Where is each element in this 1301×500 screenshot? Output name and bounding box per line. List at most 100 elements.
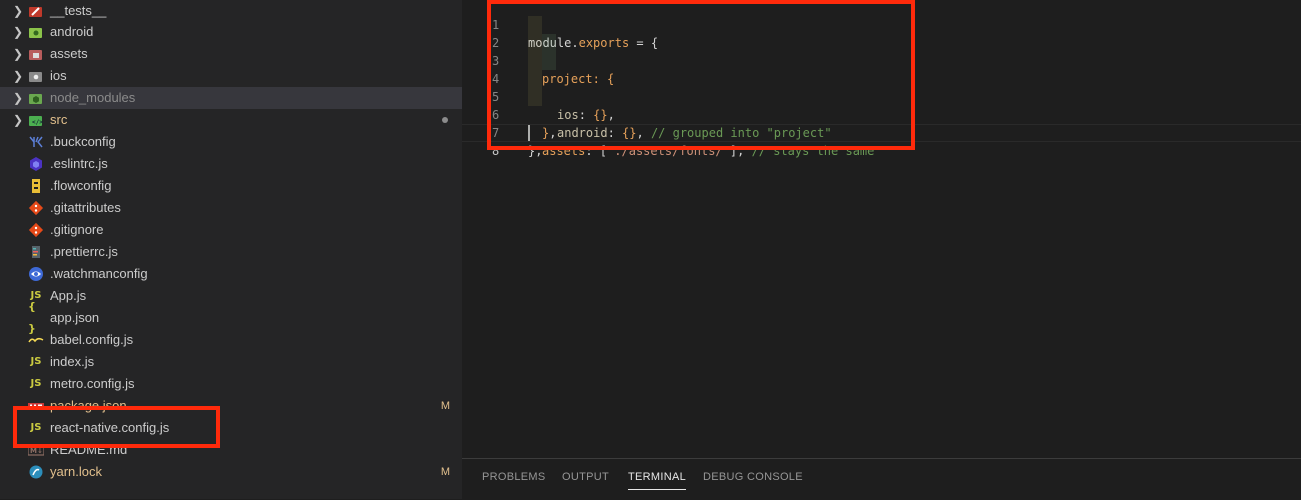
tree-item-label: .gitignore — [50, 222, 104, 237]
tree-item-label: node_modules — [50, 90, 136, 105]
tree-item-gitattributes[interactable]: ❯ .gitattributes — [0, 197, 462, 219]
modified-dot-icon — [442, 117, 448, 123]
tree-item-label: .watchmanconfig — [50, 266, 148, 281]
babel-icon — [28, 332, 44, 348]
code-line[interactable]: 6 assets: ["./assets/fonts/"], // stays … — [462, 88, 1301, 158]
tab-terminal[interactable]: TERMINAL — [628, 471, 687, 490]
code-line[interactable]: 8 — [462, 124, 1301, 158]
flow-icon — [28, 178, 44, 194]
tree-item-label: .flowconfig — [50, 178, 112, 193]
chevron-right-icon[interactable]: ❯ — [10, 65, 26, 87]
prettier-icon — [28, 244, 44, 260]
src-folder-icon: </> — [28, 112, 44, 128]
tree-item-tests[interactable]: ❯ __tests__ — [0, 0, 462, 22]
indent-guide — [542, 52, 556, 70]
line-number: 8 — [492, 144, 500, 158]
yarn-icon — [28, 464, 44, 480]
tree-item-label: App.js — [50, 288, 87, 303]
git-icon — [28, 222, 44, 238]
tree-item-label: package.json — [50, 398, 127, 413]
tree-item-app-js[interactable]: ❯ JS App.js — [0, 285, 462, 307]
tab-debug-console[interactable]: DEBUG CONSOLE — [703, 471, 803, 489]
code-line[interactable]: 2 project: { — [462, 16, 1301, 86]
tree-item-gitignore[interactable]: ❯ .gitignore — [0, 219, 462, 241]
tree-item-src[interactable]: ❯ </> src — [0, 109, 462, 131]
tree-item-index-js[interactable]: ❯ JS index.js — [0, 351, 462, 373]
indent-guide — [542, 34, 556, 52]
markdown-icon: M↓ — [28, 442, 44, 458]
eslint-icon — [28, 156, 44, 172]
tree-item-label: ios — [50, 68, 67, 83]
indent-guide — [528, 88, 542, 106]
chevron-right-icon[interactable]: ❯ — [10, 87, 26, 109]
tree-item-label: src — [50, 112, 68, 127]
bottom-panel: PROBLEMS OUTPUT TERMINAL DEBUG CONSOLE — [462, 458, 1301, 500]
tree-item-label: assets — [50, 46, 88, 61]
tree-item-label: react-native.config.js — [50, 420, 170, 435]
tree-item-ios[interactable]: ❯ ios — [0, 65, 462, 87]
chevron-right-icon[interactable]: ❯ — [10, 43, 26, 65]
js-icon: JS — [30, 422, 42, 433]
tab-problems[interactable]: PROBLEMS — [482, 471, 546, 489]
git-icon — [28, 200, 44, 216]
tree-item-node-modules[interactable]: ❯ node_modules — [0, 87, 462, 109]
chevron-right-icon[interactable]: ❯ — [10, 109, 26, 131]
code-line[interactable]: 5 }, — [462, 70, 1301, 140]
tree-item-label: index.js — [50, 354, 95, 369]
text-cursor — [528, 125, 530, 141]
js-icon: JS — [30, 356, 42, 367]
git-modified-badge: M — [440, 400, 450, 412]
tree-item-label: app.json — [50, 310, 100, 325]
tree-item-package-json[interactable]: ❯ package.json M — [0, 395, 462, 417]
tree-item-label: .gitattributes — [50, 200, 121, 215]
indent-guide — [528, 52, 542, 70]
tree-item-label: .prettierrc.js — [50, 244, 118, 259]
indent-guide — [528, 70, 542, 88]
indent-guide — [528, 16, 542, 34]
tree-item-label: metro.config.js — [50, 376, 135, 391]
npm-icon — [28, 398, 44, 414]
tree-item-react-native-config[interactable]: ❯ JS react-native.config.js — [0, 417, 462, 439]
android-folder-icon — [28, 24, 44, 40]
tab-output[interactable]: OUTPUT — [562, 471, 609, 489]
git-modified-badge: M — [440, 466, 450, 478]
js-icon: JS — [30, 378, 42, 389]
tree-item-label: babel.config.js — [50, 332, 134, 347]
node-modules-folder-icon — [28, 90, 44, 106]
tree-item-buckconfig[interactable]: ❯ .buckconfig — [0, 131, 462, 153]
explorer-sidebar: ❯ __tests__ ❯ android ❯ assets ❯ ios ❯ n… — [0, 0, 462, 499]
chevron-right-icon[interactable]: ❯ — [10, 0, 26, 22]
tree-item-flowconfig[interactable]: ❯ .flowconfig — [0, 175, 462, 197]
tree-item-label: .buckconfig — [50, 134, 116, 149]
code-line[interactable]: 1 module.exports = { — [462, 0, 1301, 50]
tree-item-babel-config[interactable]: ❯ babel.config.js — [0, 329, 462, 351]
svg-text:</>: </> — [32, 119, 43, 126]
tree-item-android[interactable]: ❯ android — [0, 21, 462, 43]
assets-folder-icon — [28, 46, 44, 62]
tree-item-label: yarn.lock — [50, 464, 103, 479]
json-icon: { } — [28, 300, 36, 335]
tree-item-label: __tests__ — [50, 3, 107, 18]
svg-text:M↓: M↓ — [30, 447, 43, 455]
tree-item-yarn-lock[interactable]: ❯ yarn.lock M — [0, 461, 462, 483]
ios-folder-icon — [28, 68, 44, 84]
chevron-right-icon[interactable]: ❯ — [10, 21, 26, 43]
tree-item-label: .eslintrc.js — [50, 156, 108, 171]
code-line[interactable]: 4 android: {}, // grouped into "project" — [462, 52, 1301, 140]
code-editor[interactable]: 1 module.exports = { 2 project: { 3 ios:… — [462, 0, 1301, 458]
tree-item-prettierrc[interactable]: ❯ .prettierrc.js — [0, 241, 462, 263]
code-line[interactable]: 3 ios: {}, — [462, 34, 1301, 122]
indent-guide — [528, 34, 542, 52]
watchman-icon — [28, 266, 44, 282]
tree-item-assets[interactable]: ❯ assets — [0, 43, 462, 65]
tree-item-label: android — [50, 24, 94, 39]
tree-item-app-json[interactable]: ❯ { } app.json — [0, 300, 462, 335]
code-line[interactable]: 7 }; — [462, 106, 1301, 158]
tree-item-metro-config[interactable]: ❯ JS metro.config.js — [0, 373, 462, 395]
tree-item-label: README.md — [50, 442, 128, 457]
tree-item-watchmanconfig[interactable]: ❯ .watchmanconfig — [0, 263, 462, 285]
tree-item-readme[interactable]: ❯ M↓ README.md — [0, 439, 462, 461]
tree-item-eslintrc[interactable]: ❯ .eslintrc.js — [0, 153, 462, 175]
tests-folder-icon — [28, 3, 44, 19]
buck-icon — [28, 134, 44, 150]
